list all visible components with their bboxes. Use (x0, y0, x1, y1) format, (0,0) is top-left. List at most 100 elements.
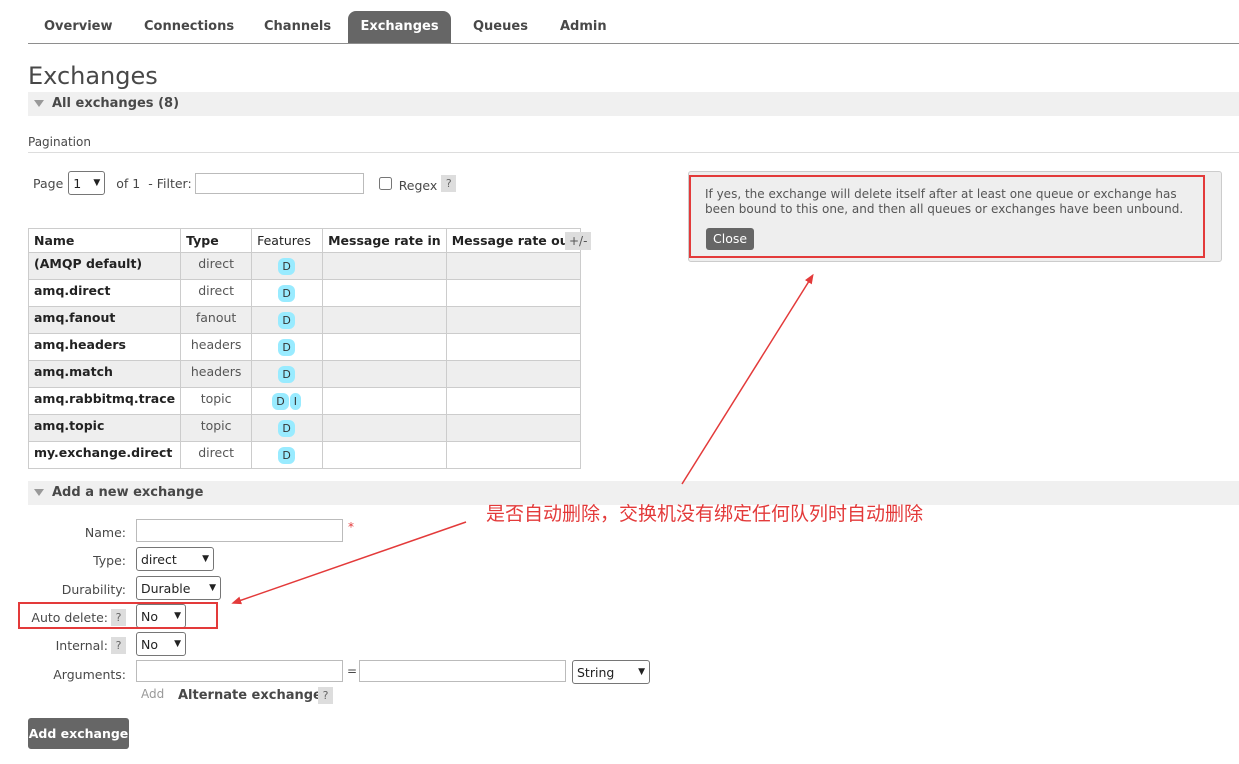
tab-overview[interactable]: Overview (44, 11, 113, 43)
exchange-type: headers (180, 333, 253, 361)
exchange-name[interactable]: amq.match (27, 360, 182, 388)
col-features-header: Features (251, 228, 324, 253)
argument-equals: = (347, 664, 358, 678)
tab-queues[interactable]: Queues (473, 11, 528, 43)
exchange-name[interactable]: amq.rabbitmq.trace (27, 387, 182, 415)
exchange-name[interactable]: amq.headers (27, 333, 182, 361)
name-label: Name: (84, 525, 126, 540)
exchange-type: direct (180, 279, 253, 307)
rate-out-cell (445, 441, 581, 469)
argument-type-value: String (577, 664, 615, 680)
table-row[interactable]: amq.headers headers D (27, 333, 581, 361)
tab-connections[interactable]: Connections (144, 11, 234, 43)
chevron-down-icon: ▼ (93, 178, 101, 188)
exchange-type: topic (180, 387, 253, 415)
pagination-controls: Page 1 ▼ of 1 - Filter: Regex ? (33, 171, 457, 195)
chevron-down-icon: ▼ (209, 583, 216, 593)
internal-value: No (141, 636, 158, 652)
rate-in-cell (322, 414, 447, 442)
rate-out-cell (445, 279, 581, 307)
exchange-type-select[interactable]: direct ▼ (136, 547, 214, 571)
rate-in-cell (322, 441, 447, 469)
rate-in-cell (322, 252, 447, 280)
table-row[interactable]: amq.fanout fanout D (27, 306, 581, 334)
argument-key-input[interactable] (136, 660, 343, 682)
exchange-type: direct (180, 441, 253, 469)
exchange-features: D (251, 279, 324, 307)
rate-in-cell (322, 333, 447, 361)
exchange-features: DI (251, 387, 324, 415)
regex-checkbox[interactable] (378, 176, 392, 190)
add-exchange-button[interactable]: Add exchange (28, 718, 129, 749)
exchanges-table: Name Type Features Message rate in Messa… (27, 228, 581, 469)
toggle-columns-button[interactable]: +/- (565, 232, 592, 250)
durability-select[interactable]: Durable ▼ (136, 576, 221, 600)
exchange-name[interactable]: my.exchange.direct (27, 441, 182, 469)
tab-channels[interactable]: Channels (264, 11, 331, 43)
regex-help-icon[interactable]: ? (441, 174, 457, 192)
page-select-value: 1 (73, 175, 82, 191)
exchange-name[interactable]: amq.fanout (27, 306, 182, 334)
collapse-triangle-icon (34, 488, 44, 496)
exchange-name[interactable]: (AMQP default) (27, 252, 182, 280)
table-row[interactable]: my.exchange.direct direct D (27, 441, 581, 469)
exchange-name[interactable]: amq.topic (27, 414, 182, 442)
rate-out-cell (445, 414, 581, 442)
type-label: Type: (93, 553, 126, 568)
table-row[interactable]: (AMQP default) direct D (27, 252, 581, 280)
top-nav: Overview Connections Channels Exchanges … (28, 11, 1239, 44)
rate-out-cell (445, 252, 581, 280)
page-select[interactable]: 1 ▼ (68, 171, 106, 195)
argument-type-select[interactable]: String ▼ (572, 660, 650, 684)
table-row[interactable]: amq.direct direct D (27, 279, 581, 307)
filter-label: - Filter: (148, 175, 192, 191)
col-type-header: Type (180, 228, 253, 253)
col-name-header: Name (27, 228, 182, 253)
exchange-features: D (251, 441, 324, 469)
durable-badge: D (278, 420, 295, 437)
chevron-down-icon: ▼ (638, 667, 645, 677)
exchange-features: D (251, 333, 324, 361)
alternate-exchange-link[interactable]: Alternate exchange (178, 688, 322, 703)
exchange-name[interactable]: amq.direct (27, 279, 182, 307)
exchange-features: D (251, 414, 324, 442)
rate-out-cell (445, 387, 581, 415)
regex-label: Regex (398, 177, 438, 193)
chevron-down-icon: ▼ (174, 639, 181, 649)
durable-badge: D (278, 447, 295, 464)
durable-badge: D (278, 258, 295, 275)
rate-in-cell (322, 279, 447, 307)
filter-input[interactable] (194, 172, 364, 194)
annotation-highlight-auto-delete (18, 602, 218, 629)
rate-out-cell (445, 360, 581, 388)
tab-exchanges[interactable]: Exchanges (348, 11, 451, 43)
all-exchanges-section-toggle[interactable]: All exchanges (8) (28, 92, 1239, 116)
collapse-triangle-icon (34, 99, 44, 107)
arguments-label: Arguments: (53, 667, 126, 682)
exchange-name-input[interactable] (136, 519, 343, 542)
argument-value-input[interactable] (359, 660, 566, 682)
internal-help-icon[interactable]: ? (111, 637, 126, 654)
durable-badge: D (278, 285, 295, 302)
rate-out-cell (445, 306, 581, 334)
table-row[interactable]: amq.topic topic D (27, 414, 581, 442)
exchange-features: D (251, 252, 324, 280)
chevron-down-icon: ▼ (202, 554, 209, 564)
internal-select[interactable]: No ▼ (136, 632, 186, 656)
add-argument-link[interactable]: Add (141, 687, 164, 701)
exchange-type: fanout (180, 306, 253, 334)
durable-badge: D (278, 312, 295, 329)
table-row[interactable]: amq.match headers D (27, 360, 581, 388)
page-title: Exchanges (28, 62, 158, 90)
pagination-label: Pagination (28, 135, 91, 149)
durability-value: Durable (141, 580, 191, 596)
table-row[interactable]: amq.rabbitmq.trace topic DI (27, 387, 581, 415)
arrow-to-help-popup (681, 273, 814, 485)
alternate-exchange-help-icon[interactable]: ? (318, 687, 333, 704)
exchange-type: direct (180, 252, 253, 280)
durable-badge: D (278, 339, 295, 356)
rate-in-cell (322, 360, 447, 388)
col-rate-out-header: Message rate out (445, 228, 581, 253)
pagination-divider (28, 152, 1239, 153)
tab-admin[interactable]: Admin (560, 11, 607, 43)
